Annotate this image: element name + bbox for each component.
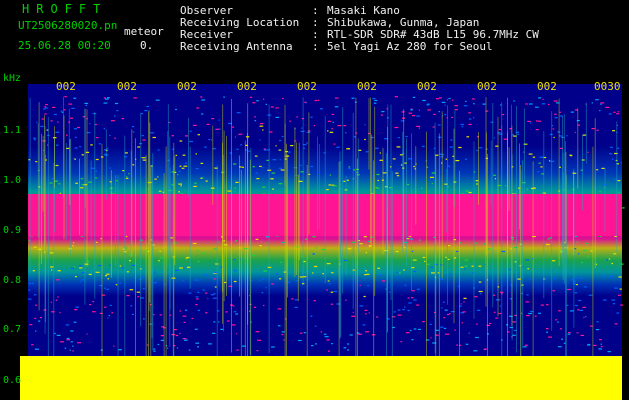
time-tick-label: 002 bbox=[177, 80, 197, 93]
time-tick-label: 002 bbox=[417, 80, 437, 93]
filename-label: UT2506280020.pn bbox=[18, 19, 118, 32]
freq-tick-label: 0.8 bbox=[3, 275, 22, 286]
time-tick-label: 002 bbox=[537, 80, 557, 93]
time-tick-label: 002 bbox=[477, 80, 497, 93]
freq-unit-label: kHz bbox=[3, 73, 22, 84]
freq-tick-label: 1.0 bbox=[3, 175, 22, 186]
counter-label: 0. bbox=[140, 39, 154, 52]
freq-tick-label: 0.6 bbox=[3, 375, 22, 386]
info-sep: : bbox=[312, 40, 319, 53]
time-tick-label: 002 bbox=[56, 80, 76, 93]
freq-tick-label: 1.1 bbox=[3, 125, 22, 136]
info-key-antenna: Receiving Antenna bbox=[180, 40, 293, 53]
datetime-label: 25.06.28 00:20 bbox=[18, 39, 111, 52]
time-tick-label: 002 bbox=[237, 80, 257, 93]
time-tick-label: 002 bbox=[357, 80, 377, 93]
time-tick-label: 002 bbox=[297, 80, 317, 93]
spectrogram-plot bbox=[0, 76, 629, 400]
mode-label: meteor bbox=[124, 25, 164, 38]
header-panel: HROFFT UT2506280020.pn meteor 25.06.28 0… bbox=[0, 0, 629, 76]
noise-floor-band bbox=[20, 356, 622, 400]
freq-tick-label: 0.7 bbox=[3, 324, 22, 335]
time-tick-label: 0030 bbox=[594, 80, 621, 93]
spectrogram-canvas bbox=[0, 76, 629, 400]
freq-tick-label: 0.9 bbox=[3, 225, 22, 236]
time-tick-label: 002 bbox=[117, 80, 137, 93]
info-value-antenna: 5el Yagi Az 280 for Seoul bbox=[327, 40, 493, 53]
app-brand: HROFFT bbox=[22, 2, 108, 16]
